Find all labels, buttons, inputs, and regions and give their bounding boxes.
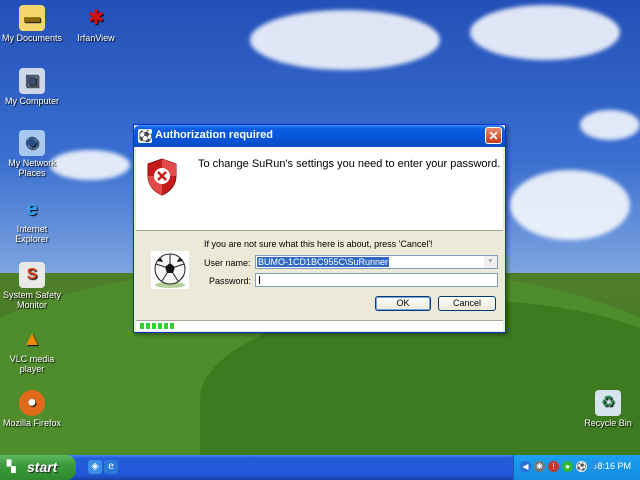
desktop-icon-label: System Safety Monitor: [2, 290, 62, 310]
vlc-cone-icon: ▲: [22, 328, 42, 350]
system-safety-monitor-icon: S: [19, 262, 45, 288]
progress-segment: [146, 323, 150, 329]
folder-icon: ▬: [19, 5, 45, 31]
main-message: To change SuRun's settings you need to e…: [198, 158, 501, 170]
cloud: [580, 110, 640, 140]
desktop-icon-vlc-media-player[interactable]: ▲ VLC media player: [0, 326, 64, 374]
message-panel: To change SuRun's settings you need to e…: [136, 147, 503, 231]
desktop-icon-label: Internet Explorer: [15, 224, 49, 244]
network-icon: ◉: [19, 130, 45, 156]
desktop-icon-internet-explorer[interactable]: e Internet Explorer: [0, 196, 64, 244]
desktop-icon-irfanview[interactable]: ✱ IrfanView: [64, 5, 128, 43]
dialog-title: Authorization required: [155, 129, 273, 141]
recycle-bin-icon: ♻: [595, 390, 621, 416]
desktop-icon-label: VLC media player: [9, 354, 55, 374]
cancel-button[interactable]: Cancel: [438, 296, 496, 311]
close-button[interactable]: ✕: [485, 127, 502, 144]
desktop-icon-label: IrfanView: [77, 33, 115, 43]
cancel-hint: If you are not sure what this here is ab…: [204, 239, 433, 249]
close-icon: ✕: [488, 129, 499, 143]
taskbar: ▚ start ◈ e ◀ ✱ ! ● ⚽ ♪ 8:16 PM: [0, 455, 640, 480]
system-tray: ◀ ✱ ! ● ⚽ ♪ 8:16 PM: [513, 455, 640, 480]
timeout-progress-bar: [136, 320, 503, 331]
tray-shield-icon[interactable]: !: [548, 461, 559, 472]
windows-flag-icon: ▚: [7, 461, 16, 473]
firefox-icon: ●: [19, 390, 45, 416]
quicklaunch-show-desktop-icon[interactable]: ◈: [88, 460, 102, 474]
progress-segment: [140, 323, 144, 329]
username-label: User name:: [204, 258, 251, 268]
desktop-icon-label: My Computer: [4, 96, 59, 106]
desktop-icon-system-safety-monitor[interactable]: S System Safety Monitor: [0, 262, 64, 310]
cloud: [470, 5, 620, 60]
tray-status-icon[interactable]: ●: [562, 461, 573, 472]
desktop-icon-label: Recycle Bin: [584, 418, 632, 428]
tray-surun-icon[interactable]: ⚽: [576, 461, 587, 472]
desktop-icon-recycle-bin[interactable]: ♻ Recycle Bin: [576, 390, 640, 428]
clock: 8:16 PM: [597, 461, 631, 471]
desktop-icon-label: Mozilla Firefox: [2, 418, 61, 428]
start-label: start: [27, 459, 58, 475]
tray-irfanview-icon[interactable]: ✱: [534, 461, 545, 472]
progress-segment: [170, 323, 174, 329]
cloud: [250, 10, 440, 70]
start-button[interactable]: ▚ start: [0, 455, 76, 480]
password-label: Password:: [209, 276, 252, 286]
surun-app-icon: ⚽: [138, 129, 153, 143]
security-shield-icon: [147, 158, 177, 196]
chevron-down-icon[interactable]: ▼: [484, 256, 497, 268]
ok-button[interactable]: OK: [375, 296, 431, 311]
desktop-icon-label: My Network Places: [8, 158, 56, 178]
desktop-icon-my-network-places[interactable]: ◉ My Network Places: [0, 130, 64, 178]
desktop-icon-mozilla-firefox[interactable]: ● Mozilla Firefox: [0, 390, 64, 428]
user-avatar: [151, 251, 189, 289]
progress-segment: [164, 323, 168, 329]
quicklaunch-internet-explorer-icon[interactable]: e: [104, 460, 118, 474]
username-combobox[interactable]: BUMO-1CD1BC955C\SuRunner ▼: [255, 255, 498, 269]
cloud: [510, 170, 630, 240]
password-field[interactable]: [255, 273, 498, 287]
computer-icon: ▣: [19, 68, 45, 94]
dialog-titlebar[interactable]: ⚽ Authorization required ✕: [134, 125, 505, 147]
tray-network-icon[interactable]: ◀: [520, 461, 531, 472]
desktop-icon-label: My Documents: [1, 33, 63, 43]
irfanview-icon: ✱: [87, 7, 105, 29]
username-value: BUMO-1CD1BC955C\SuRunner: [257, 257, 390, 267]
progress-segment: [158, 323, 162, 329]
progress-segment: [152, 323, 156, 329]
authorization-dialog: ⚽ Authorization required ✕ To change SuR…: [133, 124, 506, 333]
desktop-icon-my-documents[interactable]: ▬ My Documents: [0, 5, 64, 43]
desktop-icon-my-computer[interactable]: ▣ My Computer: [0, 68, 64, 106]
internet-explorer-icon: e: [26, 198, 38, 220]
text-caret: [259, 276, 260, 284]
